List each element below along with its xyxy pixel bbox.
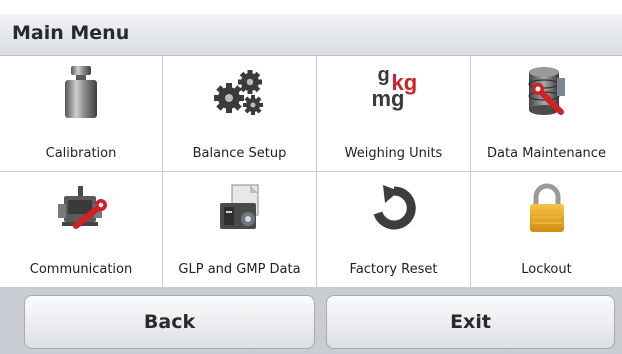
menu-item-label: Balance Setup xyxy=(192,146,287,161)
units-icon: g kg mg xyxy=(366,64,422,120)
menu-item-glp-gmp-data[interactable]: GLP and GMP Data xyxy=(163,172,317,288)
menu-item-label: Factory Reset xyxy=(349,262,438,277)
gears-icon xyxy=(212,64,268,120)
menu-item-label: Data Maintenance xyxy=(487,146,606,161)
printer-document-icon xyxy=(212,180,268,236)
menu-item-factory-reset[interactable]: Factory Reset xyxy=(317,172,471,288)
footer-bar: Back Exit xyxy=(0,288,622,354)
page-title: Main Menu xyxy=(12,22,130,44)
menu-item-communication[interactable]: Communication xyxy=(0,172,163,288)
back-button[interactable]: Back xyxy=(24,295,315,349)
menu-item-lockout[interactable]: Lockout xyxy=(471,172,622,288)
menu-item-label: Calibration xyxy=(45,146,117,161)
reset-arrow-icon xyxy=(366,180,422,236)
header-bar: Main Menu xyxy=(0,14,622,56)
menu-item-data-maintenance[interactable]: Data Maintenance xyxy=(471,56,622,172)
unit-g-text: g xyxy=(377,64,390,86)
menu-item-label: Lockout xyxy=(521,262,572,277)
menu-item-balance-setup[interactable]: Balance Setup xyxy=(163,56,317,172)
database-wrench-icon xyxy=(519,64,575,120)
menu-item-label: Communication xyxy=(29,262,133,277)
main-menu-screen: Main Menu Calibration Balance Setup g kg… xyxy=(0,0,622,354)
menu-item-label: Weighing Units xyxy=(344,146,443,161)
menu-item-calibration[interactable]: Calibration xyxy=(0,56,163,172)
calibration-weight-icon xyxy=(53,64,109,120)
menu-grid: Calibration Balance Setup g kg mg Weighi… xyxy=(0,56,622,288)
menu-item-label: GLP and GMP Data xyxy=(178,262,301,277)
unit-mg-text: mg xyxy=(371,86,405,111)
menu-item-weighing-units[interactable]: g kg mg Weighing Units xyxy=(317,56,471,172)
interface-wrench-icon xyxy=(53,180,109,236)
padlock-icon xyxy=(519,180,575,236)
exit-button[interactable]: Exit xyxy=(326,295,615,349)
